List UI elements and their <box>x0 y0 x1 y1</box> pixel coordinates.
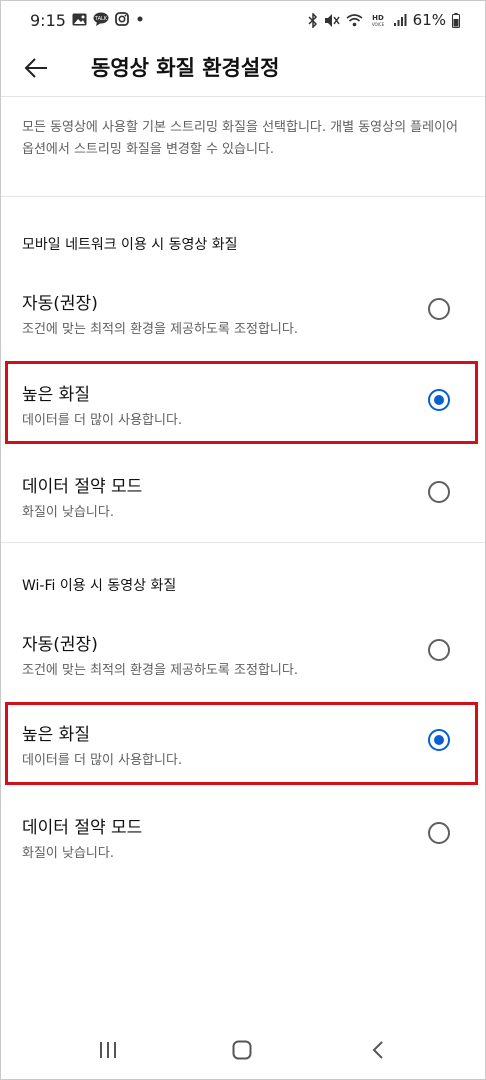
option-mobile-high[interactable]: 높은 화질 데이터를 더 많이 사용합니다. <box>0 362 486 442</box>
option-label: 자동(권장) <box>22 294 98 314</box>
radio-button[interactable] <box>428 822 450 844</box>
dot-icon <box>135 14 145 24</box>
mute-icon <box>324 13 340 28</box>
option-description: 화질이 낮습니다. <box>22 846 114 861</box>
gallery-icon <box>72 13 87 26</box>
option-description: 데이터를 더 많이 사용합니다. <box>22 413 183 428</box>
instagram-icon <box>115 12 129 26</box>
option-description: 화질이 낮습니다. <box>22 505 114 520</box>
option-description: 조건에 맞는 최적의 환경을 제공하도록 조정합니다. <box>22 663 298 678</box>
option-label: 높은 화질 <box>22 385 90 405</box>
back-nav-button[interactable] <box>358 1035 398 1065</box>
chevron-left-icon <box>371 1040 385 1060</box>
option-label: 자동(권장) <box>22 635 98 655</box>
status-bar: 9:15 TALK HD VOICE 61% <box>0 0 486 42</box>
back-button[interactable] <box>18 50 54 86</box>
radio-button-selected[interactable] <box>428 729 450 751</box>
hd-voice-icon: HD VOICE <box>369 13 387 27</box>
battery-percent: 61% <box>412 11 446 29</box>
radio-button[interactable] <box>428 481 450 503</box>
radio-button[interactable] <box>428 298 450 320</box>
system-nav-bar <box>0 1020 486 1078</box>
option-mobile-auto[interactable]: 자동(권장) 조건에 맞는 최적의 환경을 제공하도록 조정합니다. <box>0 271 486 351</box>
section-title-wifi: Wi-Fi 이용 시 동영상 화질 <box>22 578 177 594</box>
arrow-left-icon <box>24 58 48 78</box>
recent-apps-button[interactable] <box>88 1035 128 1065</box>
recent-apps-icon <box>98 1041 118 1059</box>
battery-icon <box>452 12 460 28</box>
svg-text:VOICE: VOICE <box>371 22 384 27</box>
page-title: 동영상 화질 환경설정 <box>91 56 280 80</box>
wifi-icon <box>346 13 363 27</box>
option-mobile-saver[interactable]: 데이터 절약 모드 화질이 낮습니다. <box>0 454 486 534</box>
svg-text:HD: HD <box>372 14 384 22</box>
option-wifi-auto[interactable]: 자동(권장) 조건에 맞는 최적의 환경을 제공하도록 조정합니다. <box>0 612 486 692</box>
option-wifi-high[interactable]: 높은 화질 데이터를 더 많이 사용합니다. <box>0 702 486 782</box>
option-label: 데이터 절약 모드 <box>22 477 143 497</box>
screenshot-frame <box>0 0 486 1080</box>
talk-icon: TALK <box>93 12 109 26</box>
divider <box>0 96 486 97</box>
option-wifi-saver[interactable]: 데이터 절약 모드 화질이 낮습니다. <box>0 795 486 875</box>
option-label: 데이터 절약 모드 <box>22 818 143 838</box>
notification-icons: TALK <box>72 12 145 26</box>
description-text: 모든 동영상에 사용할 기본 스트리밍 화질을 선택합니다. 개별 동영상의 플… <box>22 120 459 157</box>
option-description: 데이터를 더 많이 사용합니다. <box>22 753 183 768</box>
divider <box>0 196 486 197</box>
option-description: 조건에 맞는 최적의 환경을 제공하도록 조정합니다. <box>22 322 298 337</box>
svg-text:TALK: TALK <box>94 16 108 22</box>
option-label: 높은 화질 <box>22 725 90 745</box>
divider <box>0 542 486 543</box>
app-header: 동영상 화질 환경설정 <box>0 42 486 94</box>
radio-button[interactable] <box>428 639 450 661</box>
bluetooth-icon <box>308 12 318 28</box>
section-title-mobile: 모바일 네트워크 이용 시 동영상 화질 <box>22 237 238 253</box>
system-status: HD VOICE 61% <box>308 11 460 29</box>
signal-icon <box>393 13 407 27</box>
home-icon <box>232 1040 252 1060</box>
home-button[interactable] <box>222 1035 262 1065</box>
radio-button-selected[interactable] <box>428 389 450 411</box>
status-time: 9:15 <box>30 11 66 30</box>
